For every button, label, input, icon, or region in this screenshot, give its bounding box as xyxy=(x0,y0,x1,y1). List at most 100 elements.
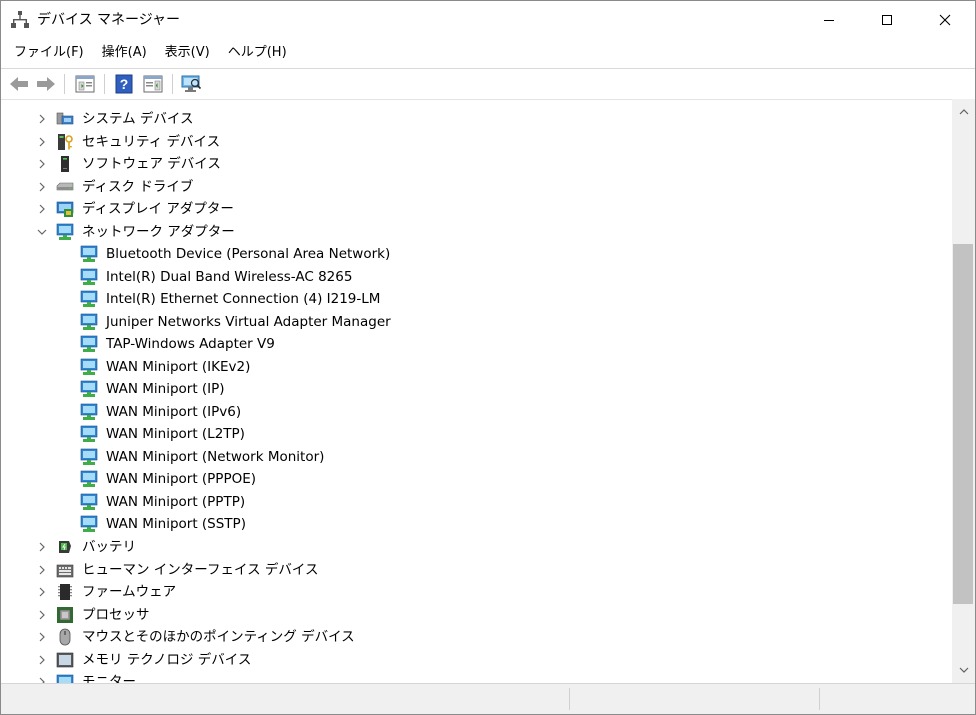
network-adapter-icon xyxy=(56,223,74,240)
network-adapter-icon xyxy=(80,425,98,442)
tree-category-memory-technology-devices[interactable]: メモリ テクノロジ デバイス xyxy=(1,649,941,671)
tree-category-display-adapters[interactable]: ディスプレイ アダプター xyxy=(1,198,941,220)
scan-hardware-changes-button[interactable] xyxy=(179,73,203,95)
network-adapter-item[interactable]: Juniper Networks Virtual Adapter Manager xyxy=(1,311,941,333)
network-adapter-label: WAN Miniport (IP) xyxy=(106,381,225,397)
network-adapter-label: Bluetooth Device (Personal Area Network) xyxy=(106,246,391,262)
network-adapter-label: Intel(R) Ethernet Connection (4) I219-LM xyxy=(106,291,381,307)
menu-action[interactable]: 操作(A) xyxy=(93,39,156,67)
tree-category-human-interface-devices[interactable]: ヒューマン インターフェイス デバイス xyxy=(1,559,941,581)
menu-bar: ファイル(F) 操作(A) 表示(V) ヘルプ(H) xyxy=(1,39,975,67)
network-adapter-item[interactable]: WAN Miniport (PPPOE) xyxy=(1,468,941,490)
network-adapter-item[interactable]: Bluetooth Device (Personal Area Network) xyxy=(1,243,941,265)
network-adapter-icon xyxy=(80,358,98,375)
help-icon: ? xyxy=(115,74,133,94)
chevron-right-icon[interactable] xyxy=(36,564,48,576)
minimize-icon xyxy=(824,20,834,21)
device-manager-app-icon xyxy=(11,10,29,30)
chevron-right-icon[interactable] xyxy=(36,541,48,553)
battery-icon xyxy=(59,541,71,553)
chevron-right-icon[interactable] xyxy=(36,113,48,125)
network-adapter-label: Juniper Networks Virtual Adapter Manager xyxy=(106,313,391,330)
device-tree[interactable]: システム デバイス セキュリティ デバイス ソフトウェア デバイス ディスク ド… xyxy=(1,99,952,684)
network-adapter-icon xyxy=(80,268,98,285)
network-adapter-icon xyxy=(80,470,98,487)
vertical-scrollbar[interactable] xyxy=(952,99,975,683)
back-button[interactable] xyxy=(7,73,31,95)
help-button[interactable]: ? xyxy=(112,73,136,95)
network-adapter-item[interactable]: WAN Miniport (L2TP) xyxy=(1,423,941,445)
network-adapter-label: Intel(R) Dual Band Wireless-AC 8265 xyxy=(106,268,353,285)
network-adapter-item[interactable]: WAN Miniport (Network Monitor) xyxy=(1,446,941,468)
tree-category-label: マウスとそのほかのポインティング デバイス xyxy=(82,629,355,645)
chevron-right-icon[interactable] xyxy=(36,586,48,598)
tree-category-firmware[interactable]: ファームウェア xyxy=(1,581,941,603)
forward-arrow-icon xyxy=(37,77,55,91)
show-hide-action-pane-button[interactable] xyxy=(141,73,165,95)
status-pane xyxy=(569,688,820,710)
display-adapter-icon xyxy=(56,201,74,217)
window-title: デバイス マネージャー xyxy=(37,12,181,28)
tree-category-disk-drives[interactable]: ディスク ドライブ xyxy=(1,176,941,198)
tree-category-processors[interactable]: プロセッサ xyxy=(1,604,941,626)
properties-panel-icon xyxy=(75,75,95,93)
chevron-right-icon[interactable] xyxy=(36,181,48,193)
network-adapter-item[interactable]: Intel(R) Dual Band Wireless-AC 8265 xyxy=(1,266,941,288)
network-adapter-item[interactable]: WAN Miniport (SSTP) xyxy=(1,513,941,535)
tree-category-software-devices[interactable]: ソフトウェア デバイス xyxy=(1,153,941,175)
minimize-button[interactable] xyxy=(800,1,858,39)
menu-file[interactable]: ファイル(F) xyxy=(5,39,93,67)
network-adapter-item[interactable]: WAN Miniport (IPv6) xyxy=(1,401,941,423)
chevron-right-icon[interactable] xyxy=(36,203,48,215)
menu-view[interactable]: 表示(V) xyxy=(156,39,219,67)
network-adapter-label: WAN Miniport (Network Monitor) xyxy=(106,448,325,465)
tree-category-batteries[interactable]: バッテリ xyxy=(1,536,941,558)
scroll-up-arrow-icon[interactable] xyxy=(958,107,970,117)
scroll-down-arrow-icon[interactable] xyxy=(958,665,970,675)
chevron-right-icon[interactable] xyxy=(36,631,48,643)
chevron-right-icon[interactable] xyxy=(36,158,48,170)
network-adapter-icon xyxy=(80,335,98,352)
tree-category-network-adapters[interactable]: ネットワーク アダプター xyxy=(1,221,941,243)
chevron-right-icon[interactable] xyxy=(36,609,48,621)
toolbar-separator xyxy=(172,74,173,94)
tree-category-label: ヒューマン インターフェイス デバイス xyxy=(82,562,319,578)
action-pane-icon xyxy=(143,75,163,93)
show-hide-console-tree-button[interactable] xyxy=(73,73,97,95)
network-adapter-label: WAN Miniport (L2TP) xyxy=(106,426,245,442)
network-adapter-icon xyxy=(80,290,98,307)
network-adapter-icon xyxy=(80,448,98,465)
toolbar-separator xyxy=(104,74,105,94)
network-adapter-item[interactable]: WAN Miniport (IKEv2) xyxy=(1,356,941,378)
tree-category-label: システム デバイス xyxy=(82,111,194,127)
network-adapter-item[interactable]: WAN Miniport (IP) xyxy=(1,378,941,400)
maximize-button[interactable] xyxy=(858,1,916,39)
network-adapter-label: TAP-Windows Adapter V9 xyxy=(106,336,275,352)
network-adapter-item[interactable]: TAP-Windows Adapter V9 xyxy=(1,333,941,355)
tree-category-label: ファームウェア xyxy=(82,584,177,600)
tree-category-label: ディスク ドライブ xyxy=(82,179,194,195)
memory-technology-icon xyxy=(56,652,74,668)
network-adapter-item[interactable]: WAN Miniport (PPTP) xyxy=(1,491,941,513)
network-adapter-label: WAN Miniport (PPPOE) xyxy=(106,471,257,487)
tree-category-label: メモリ テクノロジ デバイス xyxy=(82,652,252,668)
processor-icon xyxy=(57,607,73,623)
menu-help[interactable]: ヘルプ(H) xyxy=(219,39,296,67)
chevron-down-icon[interactable] xyxy=(36,226,48,238)
tree-category-security-devices[interactable]: セキュリティ デバイス xyxy=(1,131,941,153)
chevron-right-icon[interactable] xyxy=(36,136,48,148)
network-adapter-item[interactable]: Intel(R) Ethernet Connection (4) I219-LM xyxy=(1,288,941,310)
scrollbar-thumb[interactable] xyxy=(953,244,973,604)
toolbar-separator xyxy=(64,74,65,94)
tree-category-label: バッテリ xyxy=(82,539,136,555)
status-pane xyxy=(819,688,975,710)
chevron-right-icon[interactable] xyxy=(36,654,48,666)
close-button[interactable] xyxy=(916,1,974,39)
tree-category-mice-pointing-devices[interactable]: マウスとそのほかのポインティング デバイス xyxy=(1,626,941,648)
toolbar: ? xyxy=(1,68,975,99)
tree-category-system-devices[interactable]: システム デバイス xyxy=(1,108,941,130)
svg-text:?: ? xyxy=(120,76,129,92)
forward-button[interactable] xyxy=(34,73,58,95)
tree-category-label: ソフトウェア デバイス xyxy=(82,156,221,172)
system-devices-icon xyxy=(56,112,74,125)
